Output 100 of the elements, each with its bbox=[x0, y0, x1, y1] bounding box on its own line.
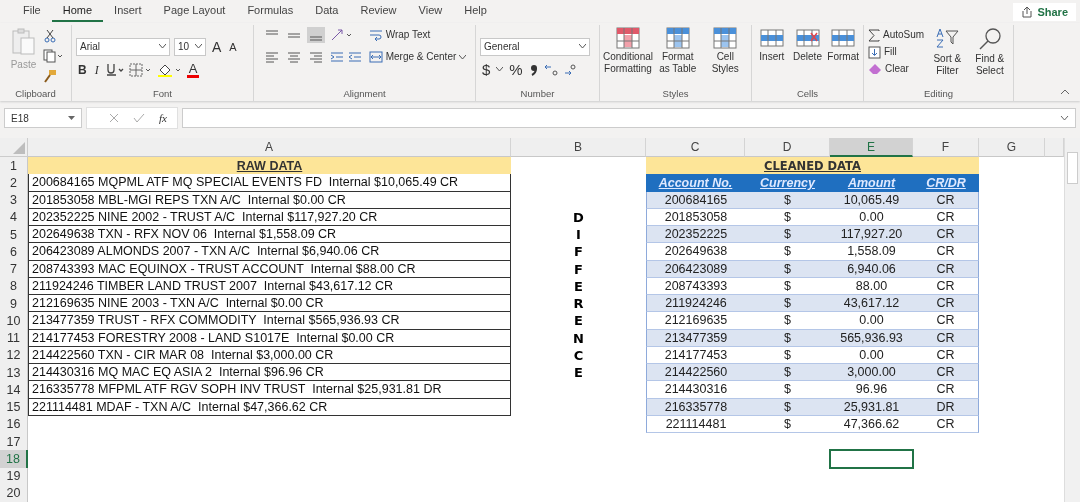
format-painter-icon[interactable] bbox=[42, 69, 57, 84]
sort-filter-button[interactable]: Sort & Filter bbox=[928, 27, 967, 78]
fill-color-icon[interactable] bbox=[156, 62, 183, 77]
collapse-icon[interactable] bbox=[1060, 89, 1070, 95]
ribbon-tab[interactable]: Data bbox=[304, 1, 350, 23]
share-button[interactable]: Share bbox=[1013, 2, 1076, 21]
row-header[interactable]: 1 bbox=[0, 157, 28, 175]
find-select-button[interactable]: Find & Select bbox=[970, 27, 1009, 78]
table-cell: 212169635 bbox=[646, 312, 745, 330]
scissors-icon[interactable] bbox=[42, 29, 57, 44]
cells-button[interactable]: Delete bbox=[791, 27, 824, 64]
column-header[interactable]: D bbox=[745, 138, 830, 157]
table-cell: 212169635 NINE 2003 - TXN A/C Internal $0.00 CR bbox=[28, 295, 511, 313]
rows-icon bbox=[759, 27, 784, 50]
table-cell: CR bbox=[913, 415, 979, 433]
cell-cursor[interactable] bbox=[829, 449, 914, 469]
table-cell: $ bbox=[745, 312, 830, 330]
styles-button[interactable]: Conditional Formatting bbox=[604, 27, 652, 76]
column-header[interactable]: F bbox=[913, 138, 979, 157]
column-header[interactable]: B bbox=[511, 138, 646, 157]
italic-button[interactable]: I bbox=[92, 61, 101, 78]
styles-button[interactable]: Format as Table bbox=[656, 27, 700, 76]
down-arrow-icon bbox=[868, 45, 881, 59]
vertical-label: DIFFERENCE bbox=[572, 208, 585, 382]
row-header[interactable]: 13 bbox=[0, 364, 28, 382]
share-icon bbox=[1021, 5, 1034, 18]
fill-button[interactable]: Fill bbox=[868, 44, 897, 61]
table-cell: 202649638 bbox=[646, 243, 745, 261]
copy-icon[interactable] bbox=[42, 49, 63, 64]
row-header[interactable]: 5 bbox=[0, 226, 28, 244]
font-name-field[interactable]: Arial bbox=[76, 37, 170, 56]
expand-icon[interactable] bbox=[1060, 115, 1069, 121]
table-cell: CR bbox=[913, 226, 979, 244]
table-cell: 213477359 TRUST - RFX COMMODITY Internal $565,936.93 CR bbox=[28, 312, 511, 330]
row-header[interactable]: 18 bbox=[0, 450, 28, 468]
ribbon-tab[interactable]: File bbox=[12, 1, 52, 23]
merge-center-button[interactable]: Merge & Center bbox=[368, 49, 467, 66]
font-size-field[interactable]: 10 bbox=[174, 37, 206, 56]
number-format-field[interactable]: General bbox=[480, 37, 590, 56]
check-icon[interactable] bbox=[133, 113, 145, 123]
sigma-icon bbox=[868, 28, 880, 42]
table-cell: 0.00 bbox=[830, 312, 913, 330]
caret-icon bbox=[68, 115, 75, 121]
column-heading: Account No. bbox=[646, 174, 745, 192]
table-cell: 221114481 bbox=[646, 415, 745, 433]
column-header[interactable]: G bbox=[979, 138, 1045, 157]
row-header[interactable]: 10 bbox=[0, 312, 28, 330]
ribbon-tab[interactable]: Help bbox=[453, 1, 498, 23]
row-header[interactable]: 14 bbox=[0, 381, 28, 399]
ribbon-tab[interactable]: View bbox=[407, 1, 454, 23]
shrink-font-button[interactable]: A bbox=[227, 38, 239, 55]
ribbon-tab[interactable]: Formulas bbox=[236, 1, 305, 23]
ribbon-tab[interactable]: Review bbox=[349, 1, 408, 23]
table-cell: 117,927.20 bbox=[830, 226, 913, 244]
column-header[interactable]: E bbox=[830, 138, 913, 157]
decimal-icon[interactable] bbox=[542, 62, 579, 77]
table-icon bbox=[665, 27, 690, 50]
row-header[interactable]: 17 bbox=[0, 433, 28, 451]
table-cell: CR bbox=[913, 312, 979, 330]
eraser-icon bbox=[868, 63, 882, 76]
name-box[interactable]: E18 bbox=[4, 108, 82, 128]
table-cell: 221114481 MDAF - TXN A/C Internal $47,366.62 CR bbox=[28, 398, 511, 416]
formula-field[interactable] bbox=[181, 108, 1076, 128]
cells-button[interactable]: Insert bbox=[756, 27, 788, 64]
column-header[interactable]: C bbox=[646, 138, 745, 157]
group-label: Alignment bbox=[342, 88, 387, 101]
table-cell: 214177453 FORESTRY 2008 - LAND S1017E Internal $0.00 CR bbox=[28, 329, 511, 347]
row-header[interactable]: 6 bbox=[0, 243, 28, 261]
column-header[interactable]: A bbox=[28, 138, 511, 157]
table-title: RAW DATA bbox=[28, 157, 511, 175]
table-cell: 214422560 bbox=[646, 364, 745, 382]
row-header[interactable]: 9 bbox=[0, 295, 28, 313]
wrap-text-button[interactable]: Wrap Text bbox=[368, 27, 467, 44]
group-label: Font bbox=[152, 88, 173, 101]
align-icon[interactable] bbox=[306, 27, 325, 44]
row-header[interactable]: 2 bbox=[0, 174, 28, 192]
font-color-button[interactable]: A bbox=[186, 61, 200, 78]
caret-icon[interactable] bbox=[496, 67, 504, 73]
table-cell: CR bbox=[913, 364, 979, 382]
bold-button[interactable]: B bbox=[76, 61, 89, 78]
grow-font-button[interactable]: A bbox=[210, 38, 224, 55]
ribbon-tab[interactable]: Page Layout bbox=[152, 1, 237, 23]
caret-icon bbox=[459, 54, 467, 60]
autosum-button[interactable]: AutoSum bbox=[868, 27, 925, 44]
select-all-icon[interactable] bbox=[13, 142, 25, 154]
rows-icon bbox=[831, 27, 856, 50]
insert-function-button[interactable]: fx bbox=[159, 112, 167, 124]
table-cell: 214430316 bbox=[646, 381, 745, 399]
comma-style-icon[interactable] bbox=[528, 62, 539, 77]
cancel-icon[interactable] bbox=[109, 113, 119, 123]
ribbon-tab[interactable]: Insert bbox=[103, 1, 153, 23]
vertical-scrollbar[interactable] bbox=[1064, 138, 1080, 502]
currency-button[interactable]: $ bbox=[480, 61, 493, 78]
table-cell: 202352225 NINE 2002 - TRUST A/C Internal $117,927.20 CR bbox=[28, 208, 511, 226]
ribbon-tab[interactable]: Home bbox=[51, 1, 104, 23]
percent-button[interactable]: % bbox=[507, 61, 525, 78]
underline-icon[interactable] bbox=[104, 62, 125, 77]
cells-button[interactable]: Format bbox=[827, 27, 859, 64]
styles-button[interactable]: Cell Styles bbox=[703, 27, 747, 76]
clear-button[interactable]: Clear bbox=[868, 61, 909, 78]
